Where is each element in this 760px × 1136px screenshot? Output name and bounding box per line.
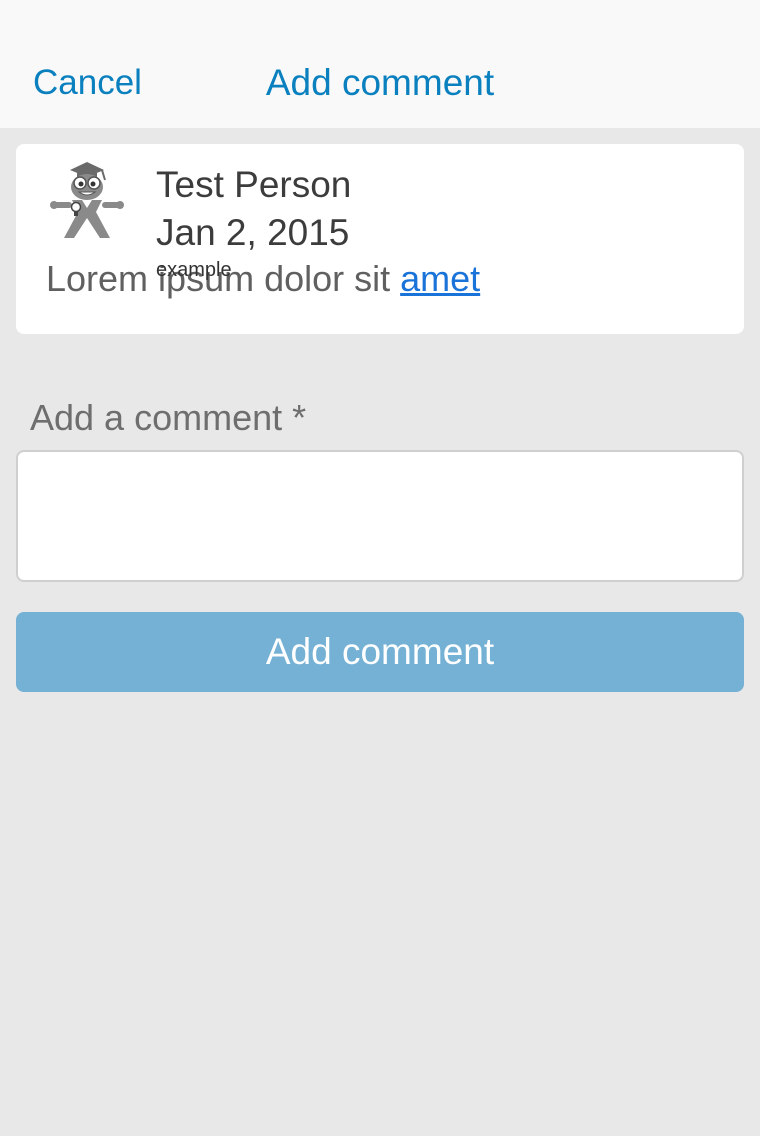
comment-link[interactable]: amet — [400, 258, 480, 299]
page-title: Add comment — [265, 62, 495, 103]
example-label: example — [156, 259, 232, 281]
add-comment-button[interactable]: Add comment — [16, 612, 744, 692]
graduate-mascot-icon — [50, 162, 124, 238]
comment-field-label: Add a comment * — [30, 397, 307, 438]
comment-author: Test Person — [156, 164, 352, 205]
top-navigation-bar: Cancel Add comment — [0, 0, 760, 128]
comment-date: Jan 2, 2015 — [156, 212, 350, 253]
comment-input[interactable] — [16, 450, 744, 582]
comment-card: Test Person Jan 2, 2015 Lorem ipsum dolo… — [16, 144, 744, 334]
comment-body: Lorem ipsum dolor sit amet — [46, 257, 480, 301]
